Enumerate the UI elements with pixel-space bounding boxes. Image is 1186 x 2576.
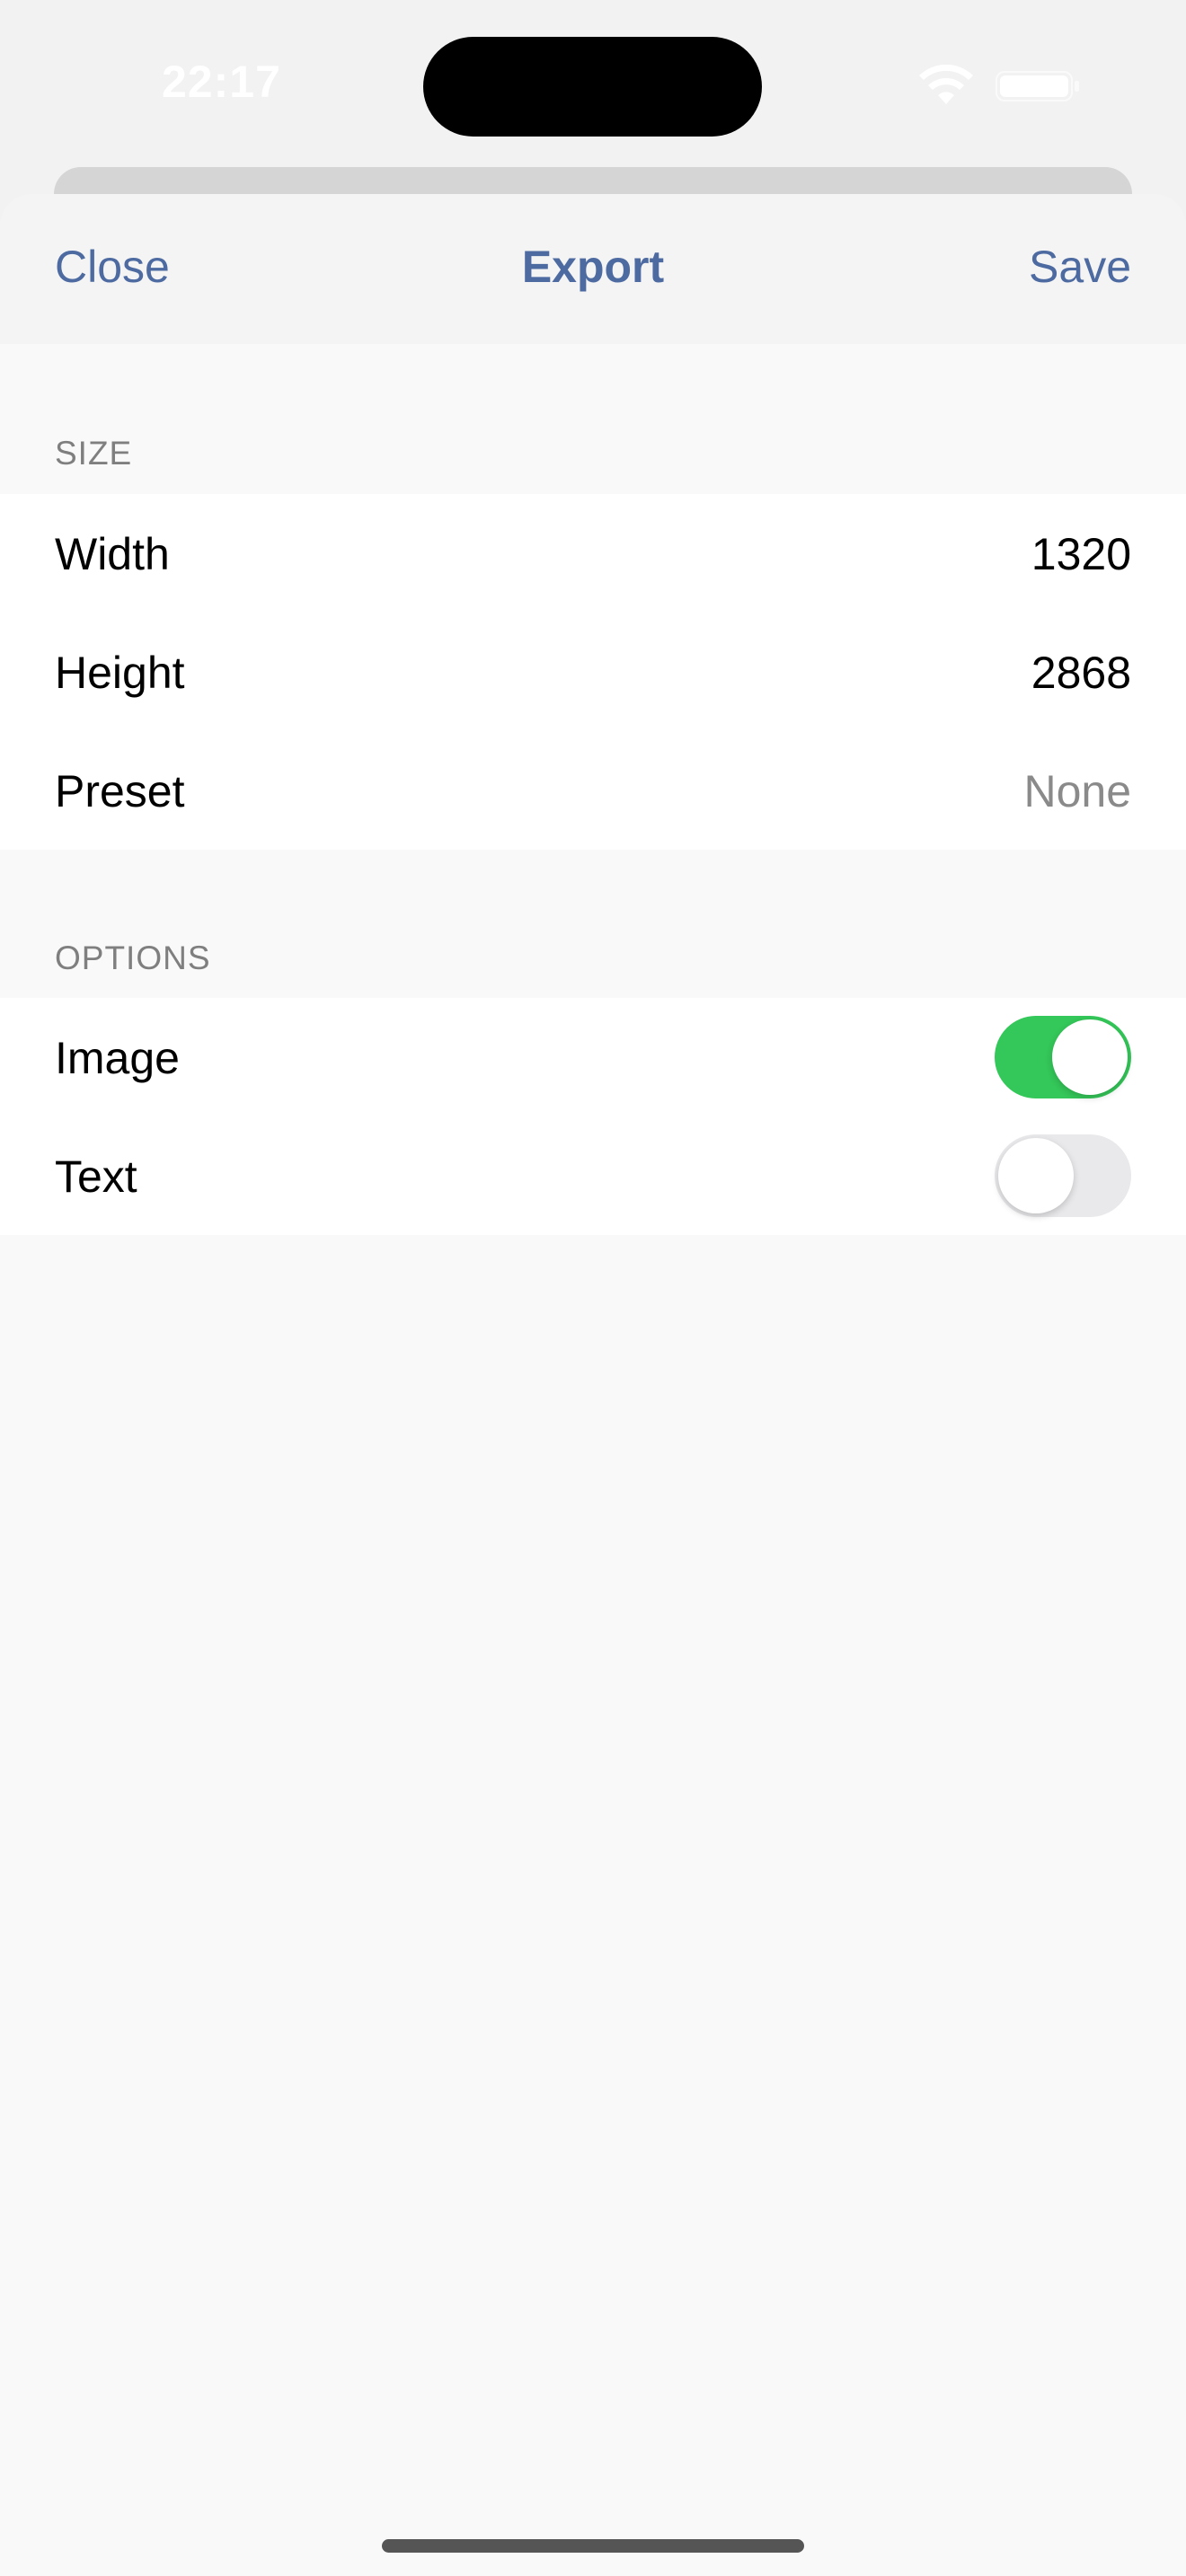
width-value[interactable]: 1320 [1031, 528, 1131, 580]
home-indicator[interactable] [382, 2539, 804, 2553]
image-label: Image [55, 1033, 180, 1083]
height-value[interactable]: 2868 [1031, 647, 1131, 699]
text-row: Text [0, 1116, 1186, 1235]
preset-row[interactable]: Preset None [0, 731, 1186, 850]
status-bar: 22:17 [0, 0, 1186, 166]
section-header-size: SIZE [55, 435, 133, 472]
nav-bar: Close Export Save [0, 194, 1186, 344]
preset-value[interactable]: None [1023, 765, 1131, 817]
height-label: Height [55, 648, 185, 698]
export-sheet: Close Export Save SIZE Width 1320 Height… [0, 194, 1186, 2576]
toggle-knob [998, 1138, 1074, 1213]
height-row[interactable]: Height 2868 [0, 613, 1186, 731]
battery-icon [996, 71, 1079, 101]
dynamic-island [423, 37, 762, 137]
options-group: Image Text [0, 998, 1186, 1235]
save-button[interactable]: Save [1029, 241, 1131, 293]
toggle-knob [1052, 1019, 1128, 1095]
nav-title: Export [521, 242, 665, 292]
preset-label: Preset [55, 766, 185, 816]
section-header-options: OPTIONS [55, 940, 211, 976]
text-label: Text [55, 1151, 137, 1202]
image-toggle[interactable] [995, 1016, 1131, 1098]
size-group: Width 1320 Height 2868 Preset None [0, 494, 1186, 850]
width-label: Width [55, 529, 170, 579]
status-time: 22:17 [162, 57, 281, 107]
width-row[interactable]: Width 1320 [0, 494, 1186, 613]
wifi-icon [919, 65, 973, 104]
image-row: Image [0, 998, 1186, 1116]
text-toggle[interactable] [995, 1134, 1131, 1217]
